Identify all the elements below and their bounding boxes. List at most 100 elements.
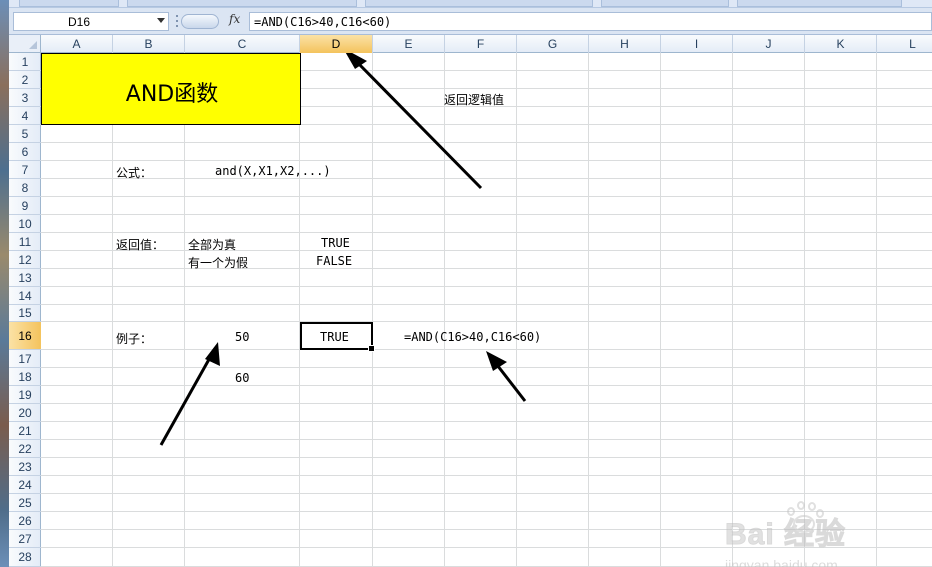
arrow-to-e16 [486, 351, 527, 402]
row-header-6[interactable]: 6 [9, 143, 41, 161]
column-header-e[interactable]: E [373, 35, 445, 53]
row-header-15[interactable]: 15 [9, 305, 41, 322]
formula-label: 公式： [116, 166, 153, 180]
gridline-vertical [876, 35, 877, 567]
gridline-vertical [804, 35, 805, 567]
fx-icon[interactable]: fx [229, 12, 240, 26]
select-all-corner[interactable] [9, 35, 41, 53]
row-header-7[interactable]: 7 [9, 161, 41, 179]
row-header-19[interactable]: 19 [9, 386, 41, 404]
ribbon-group [19, 0, 119, 7]
row-header-26[interactable]: 26 [9, 512, 41, 530]
row-header-12[interactable]: 12 [9, 251, 41, 269]
worksheet-grid[interactable]: AND函数 返回逻辑值 公式： and(X,X1,X2,...) 返回值： 全部… [9, 35, 932, 567]
all-true-text: 全部为真 [188, 238, 237, 252]
ribbon-group [737, 0, 902, 7]
column-header-a[interactable]: A [41, 35, 113, 53]
gridline-horizontal [9, 493, 932, 494]
gridline-vertical [588, 35, 589, 567]
gridline-horizontal [9, 214, 932, 215]
gridline-vertical [444, 35, 445, 567]
gridline-horizontal [9, 421, 932, 422]
row-header-16[interactable]: 16 [9, 322, 41, 350]
row-header-8[interactable]: 8 [9, 179, 41, 197]
gridline-horizontal [9, 367, 932, 368]
column-header-h[interactable]: H [589, 35, 661, 53]
row-header-10[interactable]: 10 [9, 215, 41, 233]
column-header-c[interactable]: C [185, 35, 300, 53]
gridline-horizontal [9, 304, 932, 305]
gridline-vertical [372, 35, 373, 567]
row-header-24[interactable]: 24 [9, 476, 41, 494]
ribbon-group [365, 0, 593, 7]
column-header-d[interactable]: D [300, 35, 373, 53]
row-header-13[interactable]: 13 [9, 269, 41, 287]
gridline-vertical [732, 35, 733, 567]
formula-text: =AND(C16>40,C16<60) [254, 15, 392, 29]
example-label: 例子： [116, 332, 153, 346]
column-header-j[interactable]: J [733, 35, 805, 53]
title-text: AND函数 [125, 82, 219, 107]
ribbon-bottom-edge [9, 0, 932, 8]
formula-bar-resize-handle[interactable] [175, 12, 179, 31]
ribbon-group [127, 0, 357, 7]
formula-input[interactable]: =AND(C16>40,C16<60) [249, 12, 932, 31]
formula-bar-controls: fx [181, 12, 251, 31]
gridline-vertical [660, 35, 661, 567]
row-header-14[interactable]: 14 [9, 287, 41, 305]
return-label: 返回值： [116, 238, 165, 252]
watermark-site: jingyan.baidu.com [725, 557, 838, 567]
row-header-27[interactable]: 27 [9, 530, 41, 548]
row-header-9[interactable]: 9 [9, 197, 41, 215]
gridline-horizontal [9, 439, 932, 440]
formula-bar: D16 fx =AND(C16>40,C16<60) [9, 8, 932, 35]
column-header-i[interactable]: I [661, 35, 733, 53]
row-header-25[interactable]: 25 [9, 494, 41, 512]
row-header-3[interactable]: 3 [9, 89, 41, 107]
gridline-horizontal [9, 160, 932, 161]
row-header-20[interactable]: 20 [9, 404, 41, 422]
row-header-2[interactable]: 2 [9, 71, 41, 89]
row-header-21[interactable]: 21 [9, 422, 41, 440]
name-box[interactable]: D16 [13, 12, 169, 31]
row-header-17[interactable]: 17 [9, 350, 41, 368]
gridline-vertical [516, 35, 517, 567]
gridline-horizontal [9, 385, 932, 386]
column-header-f[interactable]: F [445, 35, 517, 53]
desktop-edge-strip [0, 0, 9, 567]
gridline-horizontal [9, 475, 932, 476]
return-note-text: 返回逻辑值 [444, 93, 505, 107]
row-header-18[interactable]: 18 [9, 368, 41, 386]
arrow-to-header-d [343, 48, 483, 190]
cell-c16[interactable]: 50 [235, 330, 249, 344]
gridline-horizontal [9, 457, 932, 458]
one-false-text: 有一个为假 [188, 256, 249, 270]
column-header-k[interactable]: K [805, 35, 877, 53]
gridline-horizontal [9, 403, 932, 404]
gridline-horizontal [9, 286, 932, 287]
formula-bar-expand-button[interactable] [181, 14, 219, 29]
cell-e16-formula-text[interactable]: =AND(C16>40,C16<60) [404, 330, 541, 344]
row-header-28[interactable]: 28 [9, 548, 41, 567]
row-header-1[interactable]: 1 [9, 53, 41, 71]
row-header-4[interactable]: 4 [9, 107, 41, 125]
cell-c18[interactable]: 60 [235, 371, 249, 385]
row-header-22[interactable]: 22 [9, 440, 41, 458]
gridline-horizontal [9, 142, 932, 143]
row-header-23[interactable]: 23 [9, 458, 41, 476]
baidu-jingyan-watermark: Bai 经验 jingyan.baidu.com [724, 501, 895, 567]
column-header-l[interactable]: L [877, 35, 932, 53]
column-header-g[interactable]: G [517, 35, 589, 53]
cell-d16-value: TRUE [320, 330, 349, 344]
name-box-value: D16 [67, 15, 90, 29]
column-header-b[interactable]: B [113, 35, 185, 53]
gridline-horizontal [9, 321, 932, 322]
gridline-horizontal [9, 268, 932, 269]
true-value: TRUE [321, 236, 350, 250]
row-header-11[interactable]: 11 [9, 233, 41, 251]
paw-icon [785, 501, 825, 537]
title-cell-merged[interactable]: AND函数 [41, 53, 301, 125]
row-header-5[interactable]: 5 [9, 125, 41, 143]
gridline-horizontal [9, 349, 932, 350]
chevron-down-icon[interactable] [157, 18, 165, 23]
